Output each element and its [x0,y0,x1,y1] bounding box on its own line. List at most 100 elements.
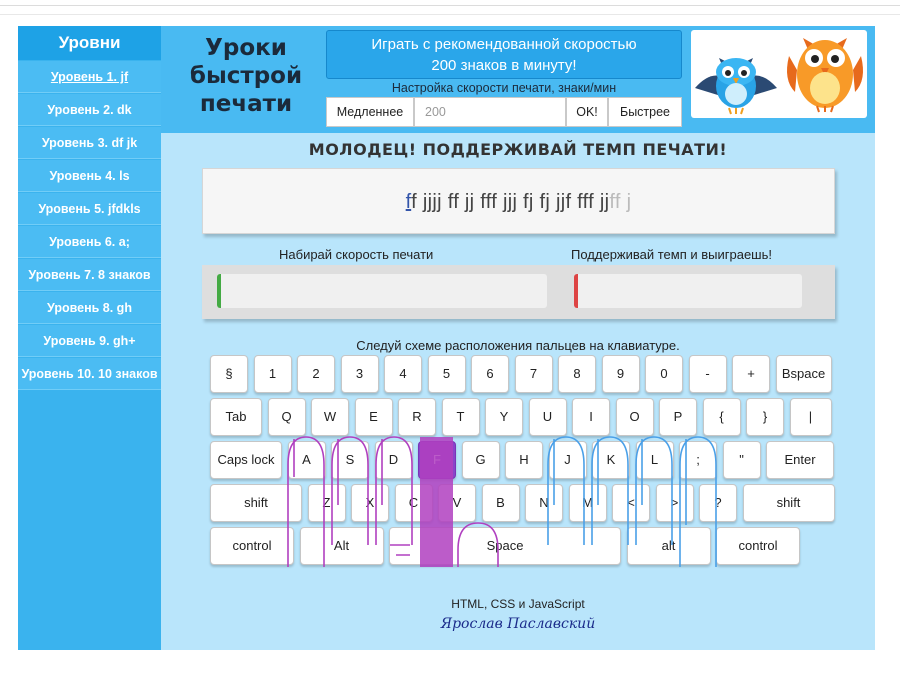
slower-button[interactable]: Медленнее [326,97,414,127]
key-u[interactable]: U [528,398,567,436]
levels-sidebar: Уровни Уровень 1. jf Уровень 2. dk Урове… [18,26,161,650]
sidebar-item-level-6[interactable]: Уровень 6. a; [18,226,161,258]
key-"[interactable]: " [722,441,761,479]
speed-bar-label: Набирай скорость печати [279,247,434,262]
sidebar-item-level-4[interactable]: Уровень 4. ls [18,160,161,192]
key-;[interactable]: ; [679,441,717,479]
key-c[interactable]: C [394,484,433,522]
orange-owl-icon [787,38,863,113]
sidebar-item-level-10[interactable]: Уровень 10. 10 знаков [18,358,161,390]
key-b[interactable]: B [481,484,520,522]
ok-button[interactable]: OK! [566,97,608,127]
keyboard: § 1 2 3 4 5 6 7 8 9 0- + Bspace Tab Q W E R T Y U I O P{} | Caps … [210,355,835,567]
key-i[interactable]: I [572,398,610,436]
key-v[interactable]: V [438,484,476,522]
key-bspace[interactable]: Bspace [775,355,832,393]
recommended-speed-button[interactable]: Играть с рекомендованной скоростью 200 зн… [326,30,682,79]
key-r[interactable]: R [398,398,436,436]
key-8[interactable]: 8 [558,355,596,393]
owls-illustration [695,38,863,115]
header: Уроки быстрой печати Играть с рекомендован… [161,26,875,133]
key-9[interactable]: 9 [601,355,640,393]
key-alt[interactable]: Alt [299,527,384,565]
key-4[interactable]: 4 [384,355,422,393]
key-6[interactable]: 6 [471,355,509,393]
key-x[interactable]: X [351,484,389,522]
key-d[interactable]: D [374,441,413,479]
tempo-bar-label: Поддерживай темп и выиграешь! [571,247,772,262]
tempo-progress-fill [574,274,578,308]
key-3[interactable]: 3 [340,355,379,393]
key-alt[interactable]: alt [626,527,711,565]
sidebar-title: Уровни [18,26,161,60]
key-<[interactable]: < [612,484,650,522]
key-shift[interactable]: shift [210,484,302,522]
sidebar-item-level-1[interactable]: Уровень 1. jf [18,61,161,93]
blue-owl-icon [695,58,777,115]
key-?[interactable]: ? [699,484,737,522]
key-a[interactable]: A [287,441,326,479]
sidebar-item-level-7[interactable]: Уровень 7. 8 знаков [18,259,161,291]
sidebar-item-level-2[interactable]: Уровень 2. dk [18,94,161,126]
key-7[interactable]: 7 [514,355,553,393]
key-q[interactable]: Q [267,398,306,436]
key-1[interactable]: 1 [253,355,292,393]
key-}[interactable]: } [746,398,784,436]
key-control[interactable]: control [716,527,800,565]
top-divider [0,0,900,6]
keyboard-title: Следуй схеме расположения пальцев на кла… [356,338,680,353]
key-h[interactable]: H [505,441,543,479]
speed-settings-label: Настройка скорости печати, знаки/мин [391,81,617,95]
key-j[interactable]: J [548,441,587,479]
key-k[interactable]: K [592,441,630,479]
key-5[interactable]: 5 [427,355,466,393]
sidebar-item-level-3[interactable]: Уровень 3. df jk [18,127,161,159]
key-p[interactable]: P [659,398,697,436]
key-m[interactable]: M [568,484,607,522]
key-o[interactable]: O [615,398,654,436]
footer-author[interactable]: Ярослав Паславский [161,616,875,632]
sidebar-item-level-5[interactable]: Уровень 5. jfdkls [18,193,161,225]
key-s[interactable]: S [331,441,369,479]
key-e[interactable]: E [354,398,393,436]
key-w[interactable]: W [311,398,349,436]
key-tab[interactable]: Tab [210,398,262,436]
key-space[interactable]: Space [389,527,621,565]
key--[interactable]: - [688,355,727,393]
exercise-text-box: ff jjjj ff jj fff jjj fj fj jjf fff jjff… [202,168,835,234]
browser-top-strip [0,0,900,24]
sidebar-item-level-9[interactable]: Уровень 9. gh+ [18,325,161,357]
key-f[interactable]: F [418,441,456,479]
faster-button[interactable]: Быстрее [608,97,682,127]
key-+[interactable]: + [732,355,770,393]
key-t[interactable]: T [441,398,480,436]
speed-progress-fill [217,274,221,308]
key-n[interactable]: N [525,484,563,522]
speed-controls: Медленнее 200 OK! Быстрее [326,97,682,127]
tempo-progress-bar [574,274,802,308]
sidebar-item-level-8[interactable]: Уровень 8. gh [18,292,161,324]
key-y[interactable]: Y [485,398,523,436]
key-z[interactable]: Z [307,484,346,522]
key-caps-lock[interactable]: Caps lock [210,441,282,479]
key-shift[interactable]: shift [742,484,835,522]
exercise-faded-text: ff j [609,191,632,213]
praise-message: МОЛОДЕЦ! ПОДДЕРЖИВАЙ ТЕМП ПЕЧАТИ! [308,140,728,159]
owls-image [691,30,867,118]
key-|[interactable]: | [789,398,832,436]
key->[interactable]: > [655,484,694,522]
exercise-text: f jjjj ff jj fff jjj fj fj jjf fff jj [411,191,610,213]
key-2[interactable]: 2 [297,355,335,393]
footer-tech: HTML, CSS и JavaScript [451,597,585,611]
speed-progress-bar [217,274,547,308]
key-control[interactable]: control [210,527,294,565]
key-{[interactable]: { [702,398,741,436]
site-logo-title[interactable]: Уроки быстрой печати [181,34,311,118]
key-§[interactable]: § [210,355,248,393]
top-divider-2 [0,14,900,15]
key-0[interactable]: 0 [645,355,683,393]
key-enter[interactable]: Enter [766,441,834,479]
key-l[interactable]: L [635,441,674,479]
speed-input[interactable]: 200 [414,97,566,127]
key-g[interactable]: G [461,441,500,479]
